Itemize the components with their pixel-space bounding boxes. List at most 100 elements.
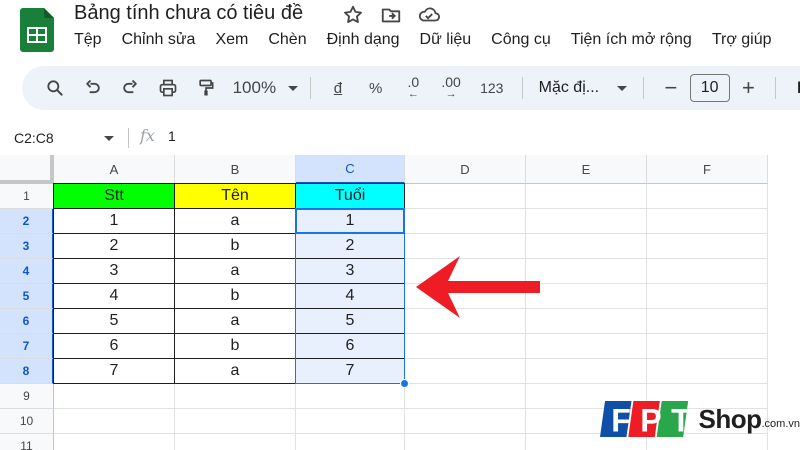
cell-a5[interactable]: 4 (54, 284, 175, 309)
cell-f8[interactable] (647, 359, 768, 384)
cell-f6[interactable] (647, 309, 768, 334)
row-header-9[interactable]: 9 (0, 384, 54, 409)
cell-e7[interactable] (526, 334, 647, 359)
cell-e6[interactable] (526, 309, 647, 334)
cell-e8[interactable] (526, 359, 647, 384)
cell-f3[interactable] (647, 234, 768, 259)
fill-handle[interactable] (400, 379, 409, 388)
print-icon[interactable] (149, 72, 187, 104)
currency-format-button[interactable]: đ (319, 72, 357, 104)
number-format-button[interactable]: 123 (470, 72, 514, 104)
move-to-folder-icon[interactable] (378, 2, 404, 28)
cloud-status-icon[interactable] (416, 2, 442, 28)
paint-format-icon[interactable] (187, 72, 225, 104)
cell-b10[interactable] (175, 409, 296, 434)
menu-data[interactable]: Dữ liệu (410, 29, 482, 51)
cell-d2[interactable] (405, 209, 526, 234)
cell-f5[interactable] (647, 284, 768, 309)
column-header-c[interactable]: C (296, 155, 405, 184)
cell-d7[interactable] (405, 334, 526, 359)
cell-b5[interactable]: b (175, 284, 296, 309)
cell-c2[interactable]: 1 (296, 209, 405, 234)
cell-c5[interactable]: 4 (296, 284, 405, 309)
menu-format[interactable]: Định dạng (317, 29, 410, 51)
select-all-corner[interactable] (0, 155, 54, 184)
cell-c3[interactable]: 2 (296, 234, 405, 259)
cell-b11[interactable] (175, 434, 296, 450)
cell-d9[interactable] (405, 384, 526, 409)
decrease-font-size-button[interactable]: − (652, 72, 690, 104)
bold-button[interactable]: B (784, 72, 800, 104)
cell-f2[interactable] (647, 209, 768, 234)
decrease-decimal-button[interactable]: .0 ← (395, 72, 433, 104)
cell-a10[interactable] (54, 409, 175, 434)
cell-f7[interactable] (647, 334, 768, 359)
cell-a4[interactable]: 3 (54, 259, 175, 284)
cell-f1[interactable] (647, 184, 768, 209)
cell-b8[interactable]: a (175, 359, 296, 384)
undo-icon[interactable] (74, 72, 112, 104)
cell-a6[interactable]: 5 (54, 309, 175, 334)
menu-help[interactable]: Trợ giúp (702, 29, 782, 51)
formula-input[interactable]: 1 (168, 128, 176, 144)
cell-a7[interactable]: 6 (54, 334, 175, 359)
row-header-11[interactable]: 11 (0, 434, 54, 450)
row-header-10[interactable]: 10 (0, 409, 54, 434)
cell-e2[interactable] (526, 209, 647, 234)
zoom-select[interactable]: 100% (225, 72, 302, 104)
column-header-f[interactable]: F (647, 155, 768, 184)
increase-decimal-button[interactable]: .00 → (432, 72, 470, 104)
cell-a8[interactable]: 7 (54, 359, 175, 384)
menu-tools[interactable]: Công cụ (481, 29, 561, 51)
menu-file[interactable]: Tệp (64, 29, 112, 51)
row-header-5[interactable]: 5 (0, 284, 54, 309)
name-box[interactable]: C2:C8 (14, 125, 124, 151)
cell-c7[interactable]: 6 (296, 334, 405, 359)
cell-d8[interactable] (405, 359, 526, 384)
cell-c11[interactable] (296, 434, 405, 450)
row-header-1[interactable]: 1 (0, 184, 54, 209)
menu-view[interactable]: Xem (205, 29, 258, 51)
cell-b4[interactable]: a (175, 259, 296, 284)
search-menus-icon[interactable] (36, 72, 74, 104)
cell-b3[interactable]: b (175, 234, 296, 259)
column-header-d[interactable]: D (405, 155, 526, 184)
redo-icon[interactable] (111, 72, 149, 104)
row-header-4[interactable]: 4 (0, 259, 54, 284)
cell-b6[interactable]: a (175, 309, 296, 334)
cell-c10[interactable] (296, 409, 405, 434)
cell-d11[interactable] (405, 434, 526, 450)
menu-edit[interactable]: Chỉnh sửa (112, 29, 206, 51)
cell-e3[interactable] (526, 234, 647, 259)
sheets-logo-icon[interactable] (20, 8, 54, 52)
menu-extensions[interactable]: Tiện ích mở rộng (561, 29, 702, 51)
cell-b7[interactable]: b (175, 334, 296, 359)
increase-font-size-button[interactable]: + (730, 72, 768, 104)
cell-b1[interactable]: Tên (175, 184, 296, 209)
row-header-6[interactable]: 6 (0, 309, 54, 334)
star-icon[interactable] (340, 2, 366, 28)
cell-d1[interactable] (405, 184, 526, 209)
cell-b9[interactable] (175, 384, 296, 409)
cell-c1[interactable]: Tuổi (296, 184, 405, 209)
cell-b2[interactable]: a (175, 209, 296, 234)
row-header-3[interactable]: 3 (0, 234, 54, 259)
document-title[interactable]: Bảng tính chưa có tiêu đề (74, 2, 303, 25)
font-size-input[interactable]: 10 (689, 74, 730, 102)
cell-a9[interactable] (54, 384, 175, 409)
column-header-a[interactable]: A (54, 155, 175, 184)
percent-format-button[interactable]: % (357, 72, 395, 104)
font-family-select[interactable]: Mặc đị... (531, 72, 635, 104)
column-header-e[interactable]: E (526, 155, 647, 184)
row-header-7[interactable]: 7 (0, 334, 54, 359)
cell-a11[interactable] (54, 434, 175, 450)
cell-c8[interactable]: 7 (296, 359, 405, 384)
cell-c9[interactable] (296, 384, 405, 409)
cell-c6[interactable]: 5 (296, 309, 405, 334)
cell-a2[interactable]: 1 (54, 209, 175, 234)
cell-f4[interactable] (647, 259, 768, 284)
row-header-8[interactable]: 8 (0, 359, 54, 384)
column-header-b[interactable]: B (175, 155, 296, 184)
cell-e4[interactable] (526, 259, 647, 284)
cell-c4[interactable]: 3 (296, 259, 405, 284)
